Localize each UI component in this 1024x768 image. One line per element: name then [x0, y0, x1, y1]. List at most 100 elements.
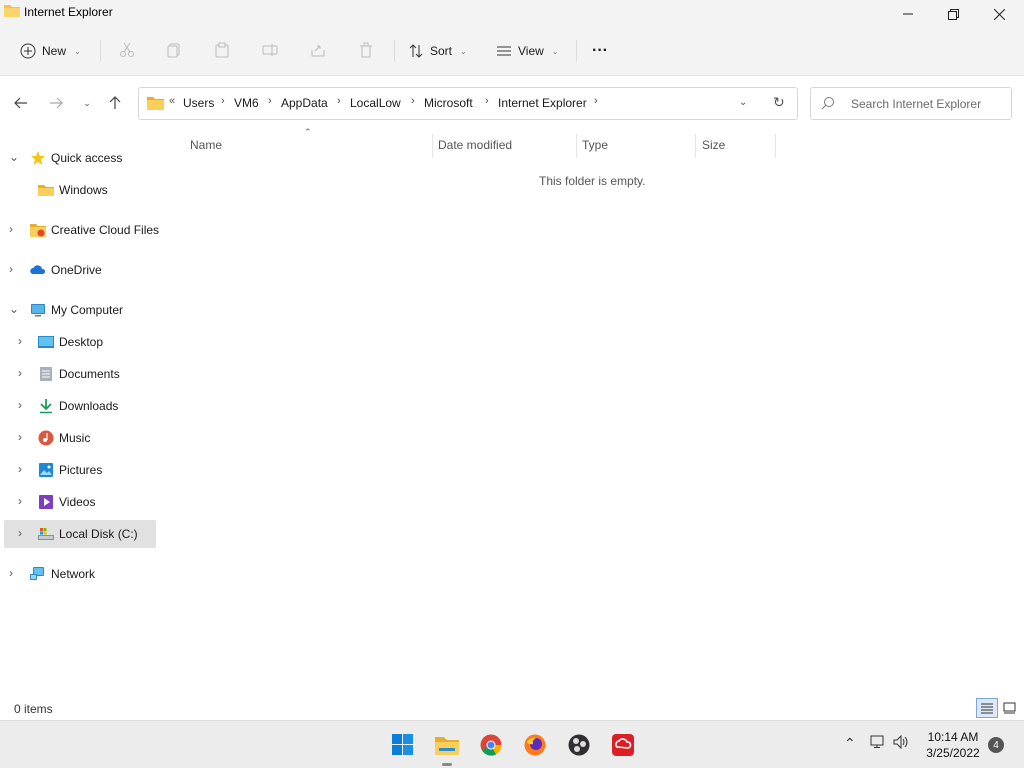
- sidebar-item-label: Local Disk (C:): [59, 527, 138, 541]
- address-bar[interactable]: « Users › VM6 › AppData › LocalLow › Mic…: [138, 87, 798, 120]
- view-label: View: [518, 44, 544, 58]
- forward-button[interactable]: [45, 93, 67, 113]
- chevron-right-icon[interactable]: ›: [594, 95, 598, 107]
- breadcrumb-appdata[interactable]: AppData: [281, 96, 328, 110]
- show-hidden-icons-button[interactable]: ⌃: [844, 735, 856, 752]
- overflow-crumbs-button[interactable]: «: [169, 95, 175, 107]
- column-header-size[interactable]: Size: [702, 138, 725, 152]
- more-icon: ···: [592, 42, 608, 59]
- breadcrumb-microsoft[interactable]: Microsoft: [424, 96, 473, 110]
- breadcrumb-vm6[interactable]: VM6: [234, 96, 259, 110]
- column-header-date-modified[interactable]: Date modified: [438, 138, 512, 152]
- sidebar-item-label: Documents: [59, 367, 120, 381]
- star-icon: [31, 151, 45, 165]
- sidebar-item-windows[interactable]: Windows: [0, 176, 157, 204]
- large-icons-view-button[interactable]: [998, 698, 1020, 718]
- creative-cloud-icon[interactable]: [610, 732, 636, 758]
- onedrive-cloud-icon: [30, 265, 46, 274]
- sidebar-item-creative-cloud-files[interactable]: › Creative Cloud Files: [0, 216, 159, 244]
- toolbar-divider: [100, 40, 101, 62]
- back-button[interactable]: [10, 93, 32, 113]
- volume-icon[interactable]: [893, 735, 910, 749]
- sidebar-item-network[interactable]: › Network: [0, 560, 157, 588]
- folder-icon: [38, 185, 54, 196]
- chevron-right-icon[interactable]: ›: [18, 462, 22, 476]
- column-divider[interactable]: [432, 134, 433, 158]
- sidebar-item-my-computer[interactable]: ⌄ My Computer: [0, 296, 157, 324]
- minimize-button[interactable]: [885, 0, 931, 28]
- maximize-button[interactable]: [930, 0, 976, 28]
- folder-icon: [147, 97, 164, 110]
- sidebar-item-quick-access[interactable]: ⌄ Quick access: [0, 144, 157, 172]
- column-header-name[interactable]: Name: [190, 138, 222, 152]
- toolbar-divider: [576, 40, 577, 62]
- sidebar-item-desktop[interactable]: › Desktop: [0, 328, 157, 356]
- breadcrumb-locallow[interactable]: LocalLow: [350, 96, 401, 110]
- restore-icon: [947, 8, 959, 20]
- column-divider[interactable]: [695, 134, 696, 158]
- paste-icon[interactable]: [212, 40, 232, 60]
- chevron-right-icon[interactable]: ›: [18, 366, 22, 380]
- chevron-right-icon[interactable]: ›: [337, 95, 341, 107]
- search-input[interactable]: Search Internet Explorer: [851, 97, 981, 111]
- chevron-right-icon[interactable]: ›: [221, 95, 225, 107]
- chevron-right-icon[interactable]: ›: [18, 398, 22, 412]
- see-more-button[interactable]: ···: [592, 36, 608, 66]
- chevron-right-icon[interactable]: ›: [9, 222, 13, 236]
- search-box[interactable]: Search Internet Explorer: [810, 87, 1012, 120]
- close-button[interactable]: [976, 0, 1022, 28]
- obs-icon[interactable]: [566, 732, 592, 758]
- notification-badge[interactable]: 4: [988, 737, 1004, 753]
- sidebar-item-label: Videos: [59, 495, 96, 509]
- chevron-down-icon: ⌄: [74, 46, 81, 56]
- firefox-icon[interactable]: [522, 732, 548, 758]
- network-status-icon[interactable]: [870, 735, 886, 749]
- sidebar-item-downloads[interactable]: › Downloads: [0, 392, 157, 420]
- column-divider[interactable]: [775, 134, 776, 158]
- downloads-icon: [40, 399, 52, 414]
- clock[interactable]: 10:14 AM 3/25/2022: [918, 729, 988, 761]
- up-button[interactable]: [104, 93, 126, 113]
- chevron-right-icon[interactable]: ›: [9, 566, 13, 580]
- sidebar-item-videos[interactable]: › Videos: [0, 488, 157, 516]
- view-button[interactable]: View ⌄: [496, 36, 559, 66]
- chevron-right-icon[interactable]: ›: [18, 526, 22, 540]
- sidebar-item-pictures[interactable]: › Pictures: [0, 456, 157, 484]
- rename-icon[interactable]: [260, 40, 280, 60]
- breadcrumb-users[interactable]: Users: [183, 96, 214, 110]
- chevron-down-icon[interactable]: ⌄: [9, 150, 19, 164]
- refresh-icon[interactable]: ↻: [773, 94, 785, 111]
- chevron-right-icon[interactable]: ›: [18, 334, 22, 348]
- sidebar-item-music[interactable]: › Music: [0, 424, 157, 452]
- sort-ascending-icon: ⌃: [304, 127, 312, 137]
- chevron-down-icon[interactable]: ⌄: [9, 302, 19, 316]
- copy-icon[interactable]: [164, 40, 184, 60]
- details-view-button[interactable]: [976, 698, 998, 718]
- delete-icon[interactable]: [356, 40, 376, 60]
- minimize-icon: [903, 13, 913, 15]
- chevron-right-icon[interactable]: ›: [411, 95, 415, 107]
- sort-button[interactable]: Sort ⌄: [408, 36, 467, 66]
- column-divider[interactable]: [576, 134, 577, 158]
- address-history-dropdown[interactable]: ⌄: [739, 97, 747, 108]
- share-icon[interactable]: [308, 40, 328, 60]
- sidebar-item-local-disk-c[interactable]: › Local Disk (C:): [4, 520, 156, 548]
- windows-start-icon[interactable]: [390, 732, 416, 758]
- recent-locations-button[interactable]: ⌄: [76, 93, 98, 113]
- sidebar-item-onedrive[interactable]: › OneDrive: [0, 256, 157, 284]
- chevron-right-icon[interactable]: ›: [485, 95, 489, 107]
- chrome-icon[interactable]: [478, 732, 504, 758]
- column-header-type[interactable]: Type: [582, 138, 608, 152]
- file-explorer-icon[interactable]: [434, 732, 460, 766]
- taskbar: ⌃ 10:14 AM 3/25/2022 4: [0, 720, 1024, 768]
- sidebar-item-documents[interactable]: › Documents: [0, 360, 157, 388]
- cut-icon[interactable]: [117, 40, 137, 60]
- chevron-right-icon[interactable]: ›: [9, 262, 13, 276]
- command-bar: New ⌄ Sort ⌄ View ⌄ ···: [0, 28, 1024, 76]
- new-button[interactable]: New ⌄: [20, 36, 81, 66]
- chevron-right-icon[interactable]: ›: [18, 430, 22, 444]
- chevron-right-icon[interactable]: ›: [268, 95, 272, 107]
- chevron-right-icon[interactable]: ›: [18, 494, 22, 508]
- music-icon: [38, 430, 54, 446]
- breadcrumb-internet-explorer[interactable]: Internet Explorer: [498, 96, 587, 110]
